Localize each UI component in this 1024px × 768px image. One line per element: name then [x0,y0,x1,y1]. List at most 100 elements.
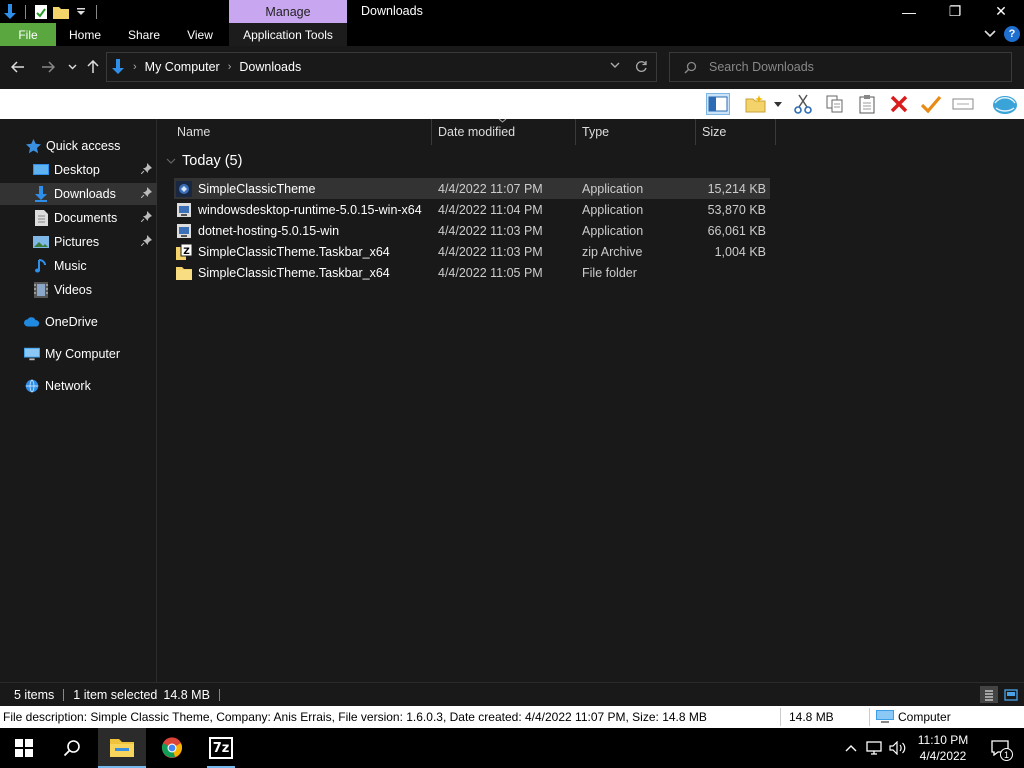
pictures-icon [33,234,49,250]
file-name: windowsdesktop-runtime-5.0.15-win-x64 [198,202,422,217]
preview-pane-icon[interactable] [706,93,730,115]
file-explorer-icon[interactable] [98,728,146,768]
start-icon[interactable] [0,728,48,768]
help-icon[interactable]: ? [1004,26,1020,42]
address-dropdown-icon[interactable] [610,62,620,69]
new-folder-icon[interactable] [53,4,69,20]
address-bar[interactable]: › My Computer › Downloads [106,52,657,82]
file-row[interactable]: SimpleClassicTheme.Taskbar_x64 4/4/2022 … [174,262,770,283]
search-icon [684,61,697,74]
computer-icon [24,346,40,362]
sidebar-item-desktop[interactable]: Desktop [0,159,157,181]
refresh-icon[interactable] [635,60,648,73]
volume-icon[interactable] [886,741,910,755]
file-row[interactable]: Z SimpleClassicTheme.Taskbar_x64 4/4/202… [174,241,770,262]
file-row[interactable]: windowsdesktop-runtime-5.0.15-win-x64 4/… [174,199,770,220]
tab-view[interactable]: View [176,23,224,46]
qat-separator [25,4,26,19]
maximize-button[interactable]: ❐ [932,0,978,23]
customize-qat-icon[interactable] [73,4,89,20]
info-bar: File description: Simple Classic Theme, … [0,706,1024,728]
collapse-chevron-icon[interactable] [166,158,176,165]
close-button[interactable]: ✕ [978,0,1024,23]
large-icons-view-icon[interactable] [1002,686,1020,703]
properties-icon[interactable] [33,4,49,20]
zip-archive-icon: Z [176,243,192,260]
file-name: SimpleClassicTheme.Taskbar_x64 [198,265,390,280]
column-header-label: Date modified [438,125,516,139]
rename-icon[interactable] [951,93,975,115]
tab-home[interactable]: Home [58,23,112,46]
breadcrumb-chevron-icon[interactable]: › [133,61,137,73]
taskbar-clock[interactable]: 11:10 PM 4/4/2022 [910,732,976,764]
breadcrumb-my-computer[interactable]: My Computer [145,60,220,74]
expand-ribbon-icon[interactable] [984,27,996,41]
sidebar-item-network[interactable]: Network [0,375,157,397]
status-separator [218,688,220,701]
search-input[interactable]: Search Downloads [669,52,1012,82]
paste-clipboard-icon[interactable] [855,93,879,115]
show-hidden-icons-chevron-icon[interactable] [840,744,862,752]
svg-text:Z: Z [183,247,190,257]
network-tray-icon[interactable] [862,741,886,755]
cut-scissors-icon[interactable] [791,93,815,115]
new-folder-icon[interactable] [744,93,768,115]
new-item-dropdown-icon[interactable] [770,93,786,115]
shell-globe-icon[interactable] [991,93,1019,115]
file-row[interactable]: SimpleClassicTheme 4/4/2022 11:07 PM App… [174,178,770,199]
ribbon-right-controls: ? [984,26,1020,42]
computer-icon [876,709,894,724]
sidebar-item-quick-access[interactable]: Quick access [0,135,157,157]
recent-locations-chevron-icon[interactable] [62,57,82,77]
sidebar-item-pictures[interactable]: Pictures [0,231,157,253]
breadcrumb-downloads[interactable]: Downloads [239,60,301,74]
back-arrow-icon[interactable] [8,57,28,77]
search-icon[interactable] [48,728,96,768]
column-header-date-modified[interactable]: Date modified [432,118,576,145]
file-date: 4/4/2022 11:05 PM [438,265,543,280]
chrome-icon[interactable] [148,728,196,768]
file-row[interactable]: dotnet-hosting-5.0.15-win 4/4/2022 11:03… [174,220,770,241]
group-header-today[interactable]: Today (5) [166,153,242,169]
delete-x-icon[interactable] [887,93,911,115]
checkmark-icon[interactable] [919,93,943,115]
sidebar-item-music[interactable]: Music [0,255,157,277]
sort-indicator-icon [498,118,507,123]
column-header-name[interactable]: Name [171,119,432,145]
copy-icon[interactable] [823,93,847,115]
sidebar-item-my-computer[interactable]: My Computer [0,343,157,365]
file-list-view: Name Date modified Type Size Today (5) S… [158,118,1024,682]
column-header-type[interactable]: Type [576,119,696,145]
up-arrow-icon[interactable] [83,57,103,77]
details-view-icon[interactable] [980,686,998,703]
view-switcher [980,686,1020,703]
column-header-size[interactable]: Size [696,119,776,145]
tab-share[interactable]: Share [116,23,172,46]
7zip-icon[interactable]: 7z [197,728,245,768]
sidebar-item-downloads[interactable]: Downloads [0,183,157,205]
pin-icon[interactable] [140,163,152,177]
pin-icon[interactable] [140,235,152,249]
sidebar-item-onedrive[interactable]: OneDrive [0,311,157,333]
music-note-icon [33,258,49,274]
file-type: zip Archive [582,244,643,259]
pin-icon[interactable] [140,211,152,225]
sidebar-item-label: My Computer [45,347,121,361]
breadcrumb-chevron-icon[interactable]: › [228,61,232,73]
tab-file[interactable]: File [0,23,56,46]
window-controls: — ❐ ✕ [886,0,1024,23]
sidebar-item-videos[interactable]: Videos [0,279,157,301]
navigation-pane: Quick access Desktop Downloads Documents [0,119,157,682]
file-type: File folder [582,265,637,280]
minimize-button[interactable]: — [886,0,932,23]
sidebar-item-label: Music [54,259,87,273]
file-size: 1,004 KB [714,244,766,259]
file-type: Application [582,202,644,217]
tab-application-tools[interactable]: Application Tools [229,23,347,46]
notification-center-icon[interactable]: 1 [976,740,1024,761]
group-header-label: Today (5) [182,153,243,169]
sidebar-item-documents[interactable]: Documents [0,207,157,229]
pin-icon[interactable] [140,187,152,201]
desktop-icon [33,162,49,178]
forward-arrow-icon[interactable] [38,57,58,77]
